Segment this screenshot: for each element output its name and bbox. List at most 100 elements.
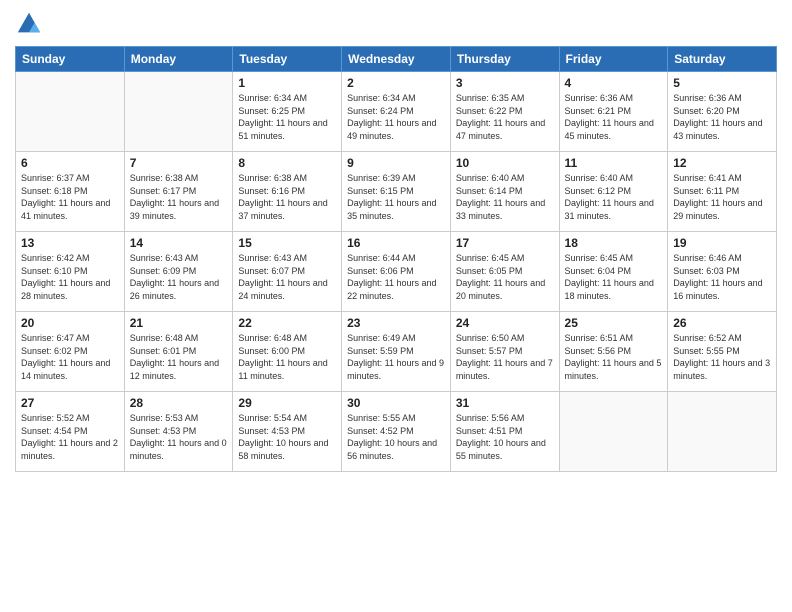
calendar-cell: 1 Sunrise: 6:34 AM Sunset: 6:25 PM Daylig… [233,72,342,152]
calendar-cell: 23 Sunrise: 6:49 AM Sunset: 5:59 PM Dayli… [342,312,451,392]
day-number: 13 [21,236,119,250]
day-info: Sunrise: 6:41 AM Sunset: 6:11 PM Dayligh… [673,172,771,222]
calendar-cell: 30 Sunrise: 5:55 AM Sunset: 4:52 PM Dayli… [342,392,451,472]
day-number: 25 [565,316,663,330]
day-info: Sunrise: 5:53 AM Sunset: 4:53 PM Dayligh… [130,412,228,462]
day-number: 14 [130,236,228,250]
logo [15,10,47,38]
day-number: 5 [673,76,771,90]
calendar-cell: 3Sunrise: 6:35 AM Sunset: 6:22 PM Daylig… [450,72,559,152]
calendar-cell: 31 Sunrise: 5:56 AM Sunset: 4:51 PM Dayli… [450,392,559,472]
calendar-week-row: 13 Sunrise: 6:42 AM Sunset: 6:10 PM Dayli… [16,232,777,312]
day-info: Sunrise: 5:55 AM Sunset: 4:52 PM Dayligh… [347,412,445,462]
calendar-cell: 25 Sunrise: 6:51 AM Sunset: 5:56 PM Dayli… [559,312,668,392]
day-info: Sunrise: 6:35 AM Sunset: 6:22 PM Dayligh… [456,92,554,142]
day-info: Sunrise: 6:48 AM Sunset: 6:01 PM Dayligh… [130,332,228,382]
calendar-cell: 18Sunrise: 6:45 AM Sunset: 6:04 PM Dayli… [559,232,668,312]
calendar-cell: 16Sunrise: 6:44 AM Sunset: 6:06 PM Dayli… [342,232,451,312]
day-info: Sunrise: 6:34 AM Sunset: 6:24 PM Dayligh… [347,92,445,142]
calendar-cell: 22 Sunrise: 6:48 AM Sunset: 6:00 PM Dayli… [233,312,342,392]
calendar-week-row: 27 Sunrise: 5:52 AM Sunset: 4:54 PM Dayli… [16,392,777,472]
day-info: Sunrise: 6:50 AM Sunset: 5:57 PM Dayligh… [456,332,554,382]
day-info: Sunrise: 6:34 AM Sunset: 6:25 PM Dayligh… [238,92,336,142]
day-number: 7 [130,156,228,170]
day-number: 27 [21,396,119,410]
day-number: 20 [21,316,119,330]
day-info: Sunrise: 6:40 AM Sunset: 6:14 PM Dayligh… [456,172,554,222]
calendar-cell: 19 Sunrise: 6:46 AM Sunset: 6:03 PM Dayli… [668,232,777,312]
day-number: 6 [21,156,119,170]
weekday-header: Friday [559,47,668,72]
day-number: 12 [673,156,771,170]
calendar-cell: 20 Sunrise: 6:47 AM Sunset: 6:02 PM Dayli… [16,312,125,392]
calendar-cell: 28 Sunrise: 5:53 AM Sunset: 4:53 PM Dayli… [124,392,233,472]
day-number: 17 [456,236,554,250]
calendar-cell: 21 Sunrise: 6:48 AM Sunset: 6:01 PM Dayli… [124,312,233,392]
day-info: Sunrise: 6:48 AM Sunset: 6:00 PM Dayligh… [238,332,336,382]
weekday-header: Saturday [668,47,777,72]
day-info: Sunrise: 6:47 AM Sunset: 6:02 PM Dayligh… [21,332,119,382]
weekday-header: Sunday [16,47,125,72]
day-number: 22 [238,316,336,330]
calendar-cell: 10 Sunrise: 6:40 AM Sunset: 6:14 PM Dayli… [450,152,559,232]
calendar-cell: 11Sunrise: 6:40 AM Sunset: 6:12 PM Dayli… [559,152,668,232]
day-info: Sunrise: 6:42 AM Sunset: 6:10 PM Dayligh… [21,252,119,302]
day-info: Sunrise: 6:46 AM Sunset: 6:03 PM Dayligh… [673,252,771,302]
calendar-table: SundayMondayTuesdayWednesdayThursdayFrid… [15,46,777,472]
day-info: Sunrise: 6:38 AM Sunset: 6:16 PM Dayligh… [238,172,336,222]
day-info: Sunrise: 6:49 AM Sunset: 5:59 PM Dayligh… [347,332,445,382]
weekday-header: Tuesday [233,47,342,72]
calendar-cell: 14 Sunrise: 6:43 AM Sunset: 6:09 PM Dayli… [124,232,233,312]
day-number: 1 [238,76,336,90]
day-info: Sunrise: 5:56 AM Sunset: 4:51 PM Dayligh… [456,412,554,462]
day-number: 24 [456,316,554,330]
day-number: 8 [238,156,336,170]
day-number: 4 [565,76,663,90]
day-number: 31 [456,396,554,410]
day-number: 19 [673,236,771,250]
day-number: 23 [347,316,445,330]
day-number: 26 [673,316,771,330]
calendar-cell: 4 Sunrise: 6:36 AM Sunset: 6:21 PM Daylig… [559,72,668,152]
day-number: 9 [347,156,445,170]
day-info: Sunrise: 6:45 AM Sunset: 6:05 PM Dayligh… [456,252,554,302]
day-number: 29 [238,396,336,410]
day-info: Sunrise: 6:36 AM Sunset: 6:21 PM Dayligh… [565,92,663,142]
weekday-header-row: SundayMondayTuesdayWednesdayThursdayFrid… [16,47,777,72]
day-info: Sunrise: 6:44 AM Sunset: 6:06 PM Dayligh… [347,252,445,302]
calendar-cell [124,72,233,152]
calendar-cell [668,392,777,472]
header [15,10,777,38]
day-number: 10 [456,156,554,170]
day-info: Sunrise: 6:43 AM Sunset: 6:07 PM Dayligh… [238,252,336,302]
day-number: 2 [347,76,445,90]
day-number: 28 [130,396,228,410]
day-info: Sunrise: 6:36 AM Sunset: 6:20 PM Dayligh… [673,92,771,142]
day-number: 21 [130,316,228,330]
day-info: Sunrise: 6:51 AM Sunset: 5:56 PM Dayligh… [565,332,663,382]
calendar-cell: 5 Sunrise: 6:36 AM Sunset: 6:20 PM Daylig… [668,72,777,152]
day-info: Sunrise: 6:40 AM Sunset: 6:12 PM Dayligh… [565,172,663,222]
day-info: Sunrise: 5:54 AM Sunset: 4:53 PM Dayligh… [238,412,336,462]
calendar-week-row: 20 Sunrise: 6:47 AM Sunset: 6:02 PM Dayli… [16,312,777,392]
calendar-cell: 26 Sunrise: 6:52 AM Sunset: 5:55 PM Dayli… [668,312,777,392]
calendar-cell: 9 Sunrise: 6:39 AM Sunset: 6:15 PM Daylig… [342,152,451,232]
calendar-cell [559,392,668,472]
calendar-cell: 2 Sunrise: 6:34 AM Sunset: 6:24 PM Daylig… [342,72,451,152]
calendar-cell: 27 Sunrise: 5:52 AM Sunset: 4:54 PM Dayli… [16,392,125,472]
day-info: Sunrise: 5:52 AM Sunset: 4:54 PM Dayligh… [21,412,119,462]
day-info: Sunrise: 6:43 AM Sunset: 6:09 PM Dayligh… [130,252,228,302]
calendar-cell: 29 Sunrise: 5:54 AM Sunset: 4:53 PM Dayli… [233,392,342,472]
day-info: Sunrise: 6:39 AM Sunset: 6:15 PM Dayligh… [347,172,445,222]
weekday-header: Monday [124,47,233,72]
calendar-cell: 13 Sunrise: 6:42 AM Sunset: 6:10 PM Dayli… [16,232,125,312]
calendar-cell: 8 Sunrise: 6:38 AM Sunset: 6:16 PM Daylig… [233,152,342,232]
page: SundayMondayTuesdayWednesdayThursdayFrid… [0,0,792,612]
calendar-cell: 12 Sunrise: 6:41 AM Sunset: 6:11 PM Dayli… [668,152,777,232]
day-number: 30 [347,396,445,410]
weekday-header: Thursday [450,47,559,72]
day-info: Sunrise: 6:52 AM Sunset: 5:55 PM Dayligh… [673,332,771,382]
day-number: 15 [238,236,336,250]
calendar-week-row: 1 Sunrise: 6:34 AM Sunset: 6:25 PM Daylig… [16,72,777,152]
calendar-cell [16,72,125,152]
